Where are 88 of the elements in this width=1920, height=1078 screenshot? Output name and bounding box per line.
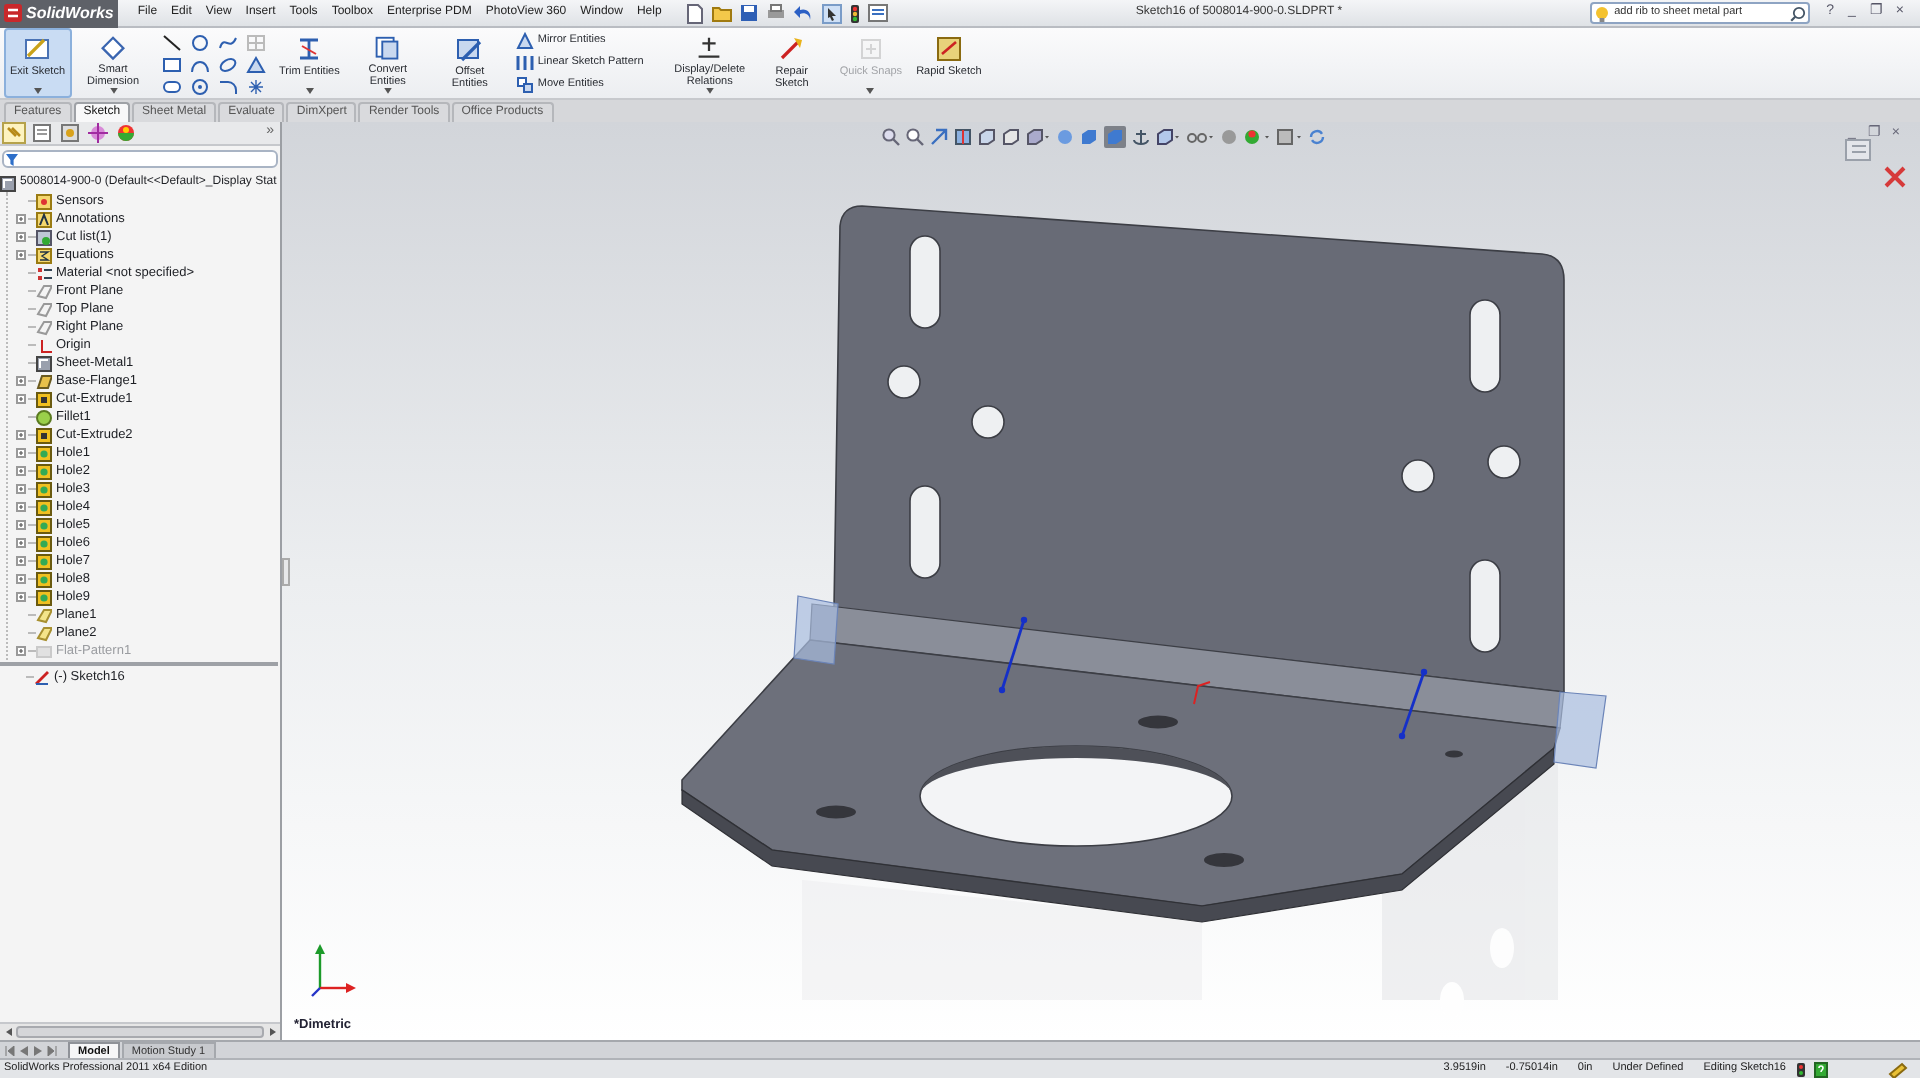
scene-icon[interactable] <box>1276 128 1302 146</box>
polygon-icon[interactable] <box>189 78 210 96</box>
zoom-to-fit-icon[interactable] <box>882 128 900 146</box>
splitter-handle[interactable] <box>282 558 290 586</box>
expand-icon[interactable] <box>16 394 26 404</box>
expand-icon[interactable] <box>16 592 26 602</box>
axis-triad-icon <box>308 944 360 1000</box>
funnel-icon <box>6 153 18 165</box>
undo-icon[interactable] <box>793 4 814 22</box>
command-icon <box>372 34 403 63</box>
display-style-icon[interactable] <box>1156 128 1180 146</box>
scroll-left-arrow[interactable] <box>2 1025 14 1039</box>
first-page-icon[interactable] <box>4 1045 16 1055</box>
expand-icon[interactable] <box>16 232 26 242</box>
previous-view-icon[interactable] <box>930 128 948 146</box>
command-icon <box>98 34 129 63</box>
expand-icon[interactable] <box>16 250 26 260</box>
point-icon[interactable] <box>245 78 266 96</box>
expand-icon[interactable] <box>16 466 26 476</box>
section-view-icon[interactable] <box>954 128 972 146</box>
open-folder-icon[interactable] <box>711 4 732 22</box>
expand-icon[interactable] <box>16 574 26 584</box>
rectangle-icon[interactable] <box>161 56 182 74</box>
view-orientation-icon[interactable] <box>1026 128 1050 146</box>
circle-icon[interactable] <box>189 34 210 52</box>
expand-icon[interactable] <box>16 646 26 656</box>
print-icon[interactable] <box>765 4 786 22</box>
caret-icon[interactable] <box>705 88 714 94</box>
command-icon <box>694 34 725 63</box>
appearance-icon[interactable] <box>1244 128 1270 146</box>
anchor-icon[interactable] <box>1132 128 1150 146</box>
expand-icon[interactable] <box>16 430 26 440</box>
shaded-cube-icon[interactable] <box>1080 128 1098 146</box>
arc-icon[interactable] <box>189 56 210 74</box>
feature-icon <box>34 669 50 685</box>
last-page-icon[interactable] <box>46 1045 58 1055</box>
command-icon <box>776 34 807 64</box>
spline-icon[interactable] <box>217 34 238 52</box>
crosshair-tab-icon[interactable] <box>86 122 110 144</box>
left-arrow-icon <box>5 1028 11 1036</box>
expand-icon[interactable] <box>16 520 26 530</box>
command-icon <box>855 34 886 64</box>
caret-icon[interactable] <box>305 88 314 94</box>
lightbulb-icon <box>1594 5 1611 21</box>
traffic-light-icon[interactable] <box>849 3 860 23</box>
right-arrow-icon <box>269 1028 275 1036</box>
caret-icon[interactable] <box>383 88 392 94</box>
configuration-tab-icon[interactable] <box>58 122 82 144</box>
properties-tab-icon[interactable] <box>30 122 54 144</box>
triangle-icon[interactable] <box>245 56 266 74</box>
expand-icon[interactable] <box>16 214 26 224</box>
close-icon[interactable] <box>1884 166 1906 188</box>
traffic-light-icon[interactable] <box>1796 1061 1806 1077</box>
command-icon <box>515 32 534 50</box>
command-icon <box>515 54 534 72</box>
help-icon[interactable] <box>1814 1061 1828 1077</box>
glasses-icon[interactable] <box>1186 128 1214 146</box>
zoom-area-icon[interactable] <box>906 128 924 146</box>
new-document-icon[interactable] <box>685 3 704 23</box>
app-logo[interactable]: SolidWorks <box>0 0 118 27</box>
expand-icon[interactable] <box>16 484 26 494</box>
select-pointer-icon[interactable] <box>821 3 842 23</box>
refresh-icon[interactable] <box>1308 128 1326 146</box>
horizontal-scrollbar-thumb[interactable] <box>16 1026 264 1038</box>
command-icon <box>933 34 964 64</box>
ellipse-icon[interactable] <box>217 56 238 74</box>
scroll-right-arrow[interactable] <box>266 1025 278 1039</box>
slot-icon[interactable] <box>161 78 182 96</box>
options-icon[interactable] <box>867 4 888 22</box>
appearance-tab-icon[interactable] <box>114 122 138 144</box>
expand-icon[interactable] <box>16 448 26 458</box>
command-icon <box>515 76 534 94</box>
command-icon <box>454 34 485 64</box>
expand-icon[interactable] <box>16 556 26 566</box>
expand-icon[interactable] <box>16 502 26 512</box>
feature-tree-tab-icon[interactable] <box>2 122 26 144</box>
expand-icon[interactable] <box>16 376 26 386</box>
search-icon[interactable] <box>1790 5 1807 21</box>
fillet-icon[interactable] <box>217 78 238 96</box>
line-icon[interactable] <box>161 34 182 52</box>
filter-field[interactable] <box>2 150 278 168</box>
save-icon[interactable] <box>739 4 758 22</box>
logo-icon <box>4 4 22 22</box>
caret-icon[interactable] <box>109 88 118 94</box>
expand-icon[interactable] <box>16 538 26 548</box>
command-icon <box>22 34 53 64</box>
right-arrow-icon[interactable] <box>32 1045 44 1055</box>
caret-icon[interactable] <box>33 88 42 94</box>
